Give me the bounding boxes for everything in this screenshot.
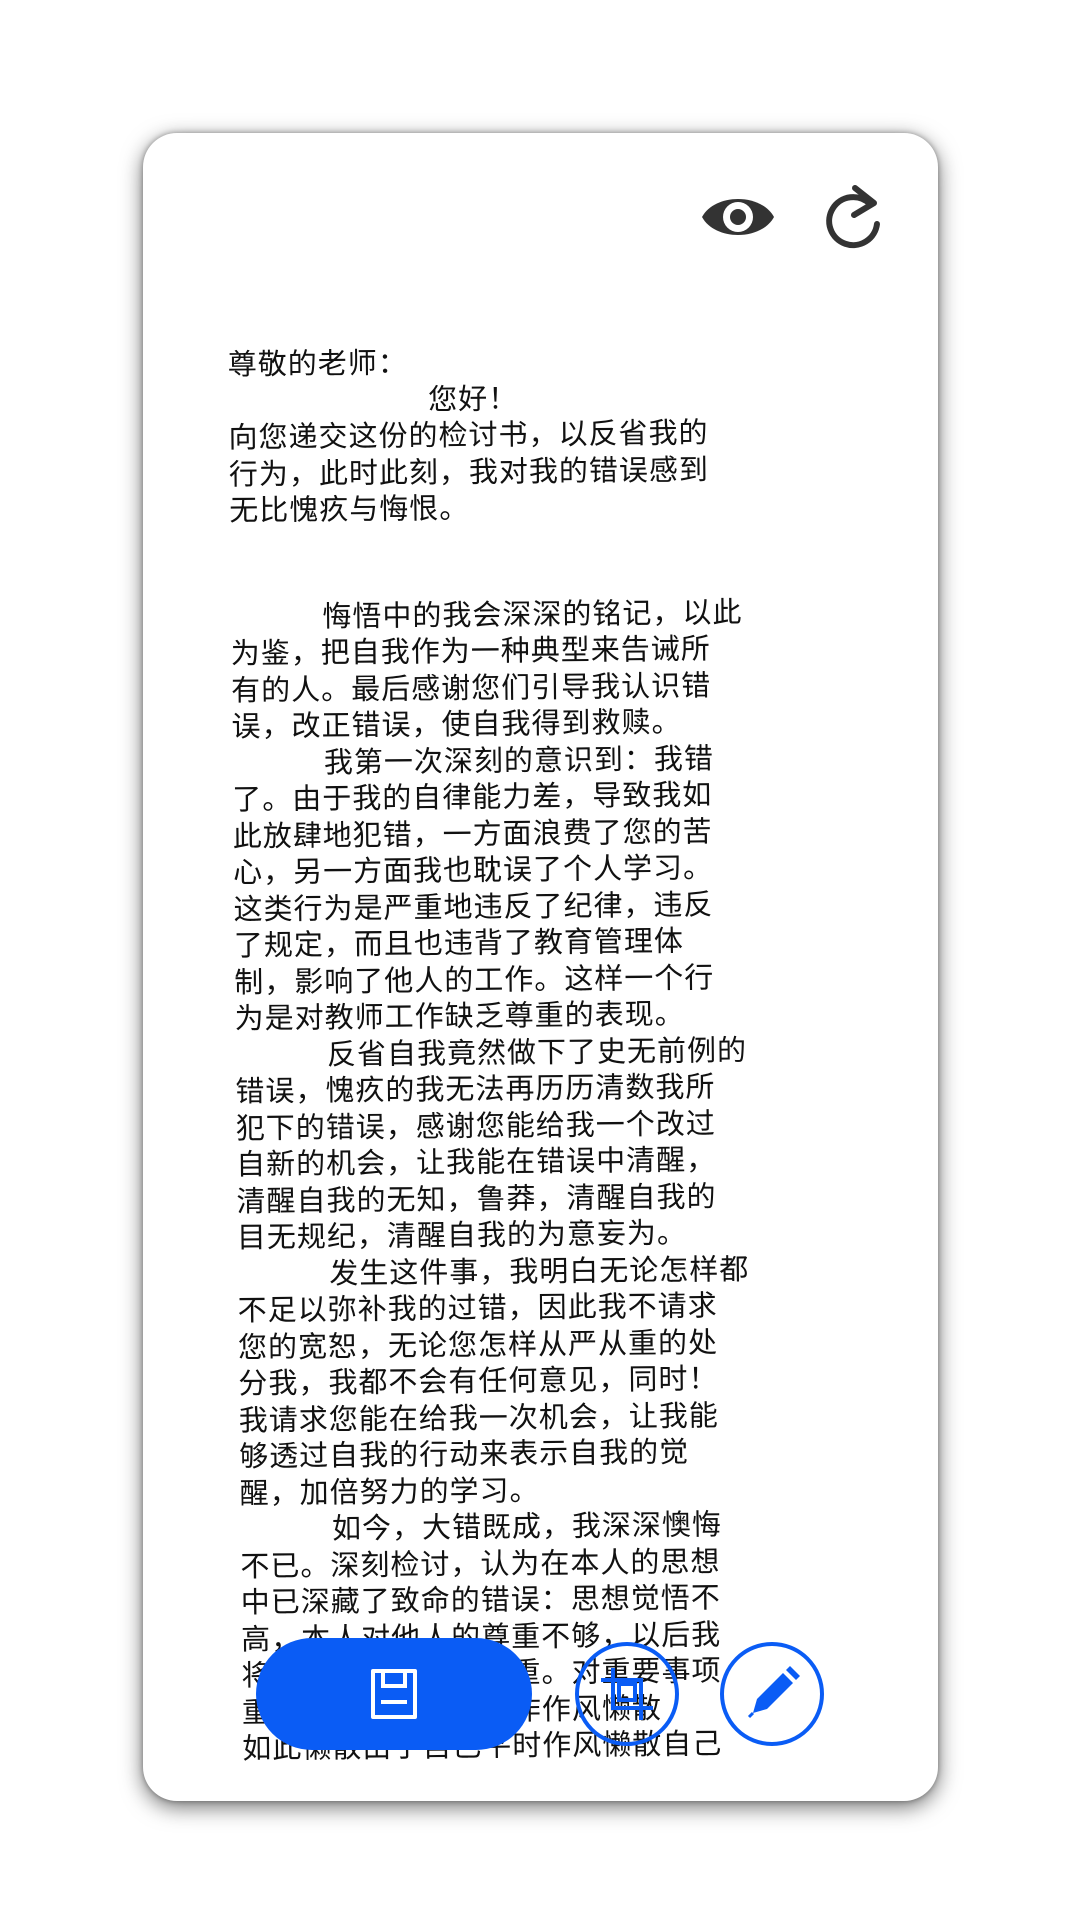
handwritten-letter: 尊敬的老师： 您好！ 向您递交这份的检讨书，以反省我的 行为，此时此刻，我对我的… xyxy=(228,340,888,1767)
save-button[interactable] xyxy=(256,1638,532,1750)
preview-button[interactable] xyxy=(698,177,778,257)
refresh-button[interactable] xyxy=(813,177,893,257)
refresh-icon xyxy=(826,185,880,249)
edit-button[interactable] xyxy=(720,1642,824,1746)
document-preview-card: 尊敬的老师： 您好！ 向您递交这份的检讨书，以反省我的 行为，此时此刻，我对我的… xyxy=(143,133,938,1801)
save-icon xyxy=(371,1669,417,1719)
crop-icon xyxy=(601,1668,653,1720)
pencil-icon xyxy=(747,1666,800,1719)
eye-icon xyxy=(702,199,774,235)
crop-button[interactable] xyxy=(575,1642,679,1746)
